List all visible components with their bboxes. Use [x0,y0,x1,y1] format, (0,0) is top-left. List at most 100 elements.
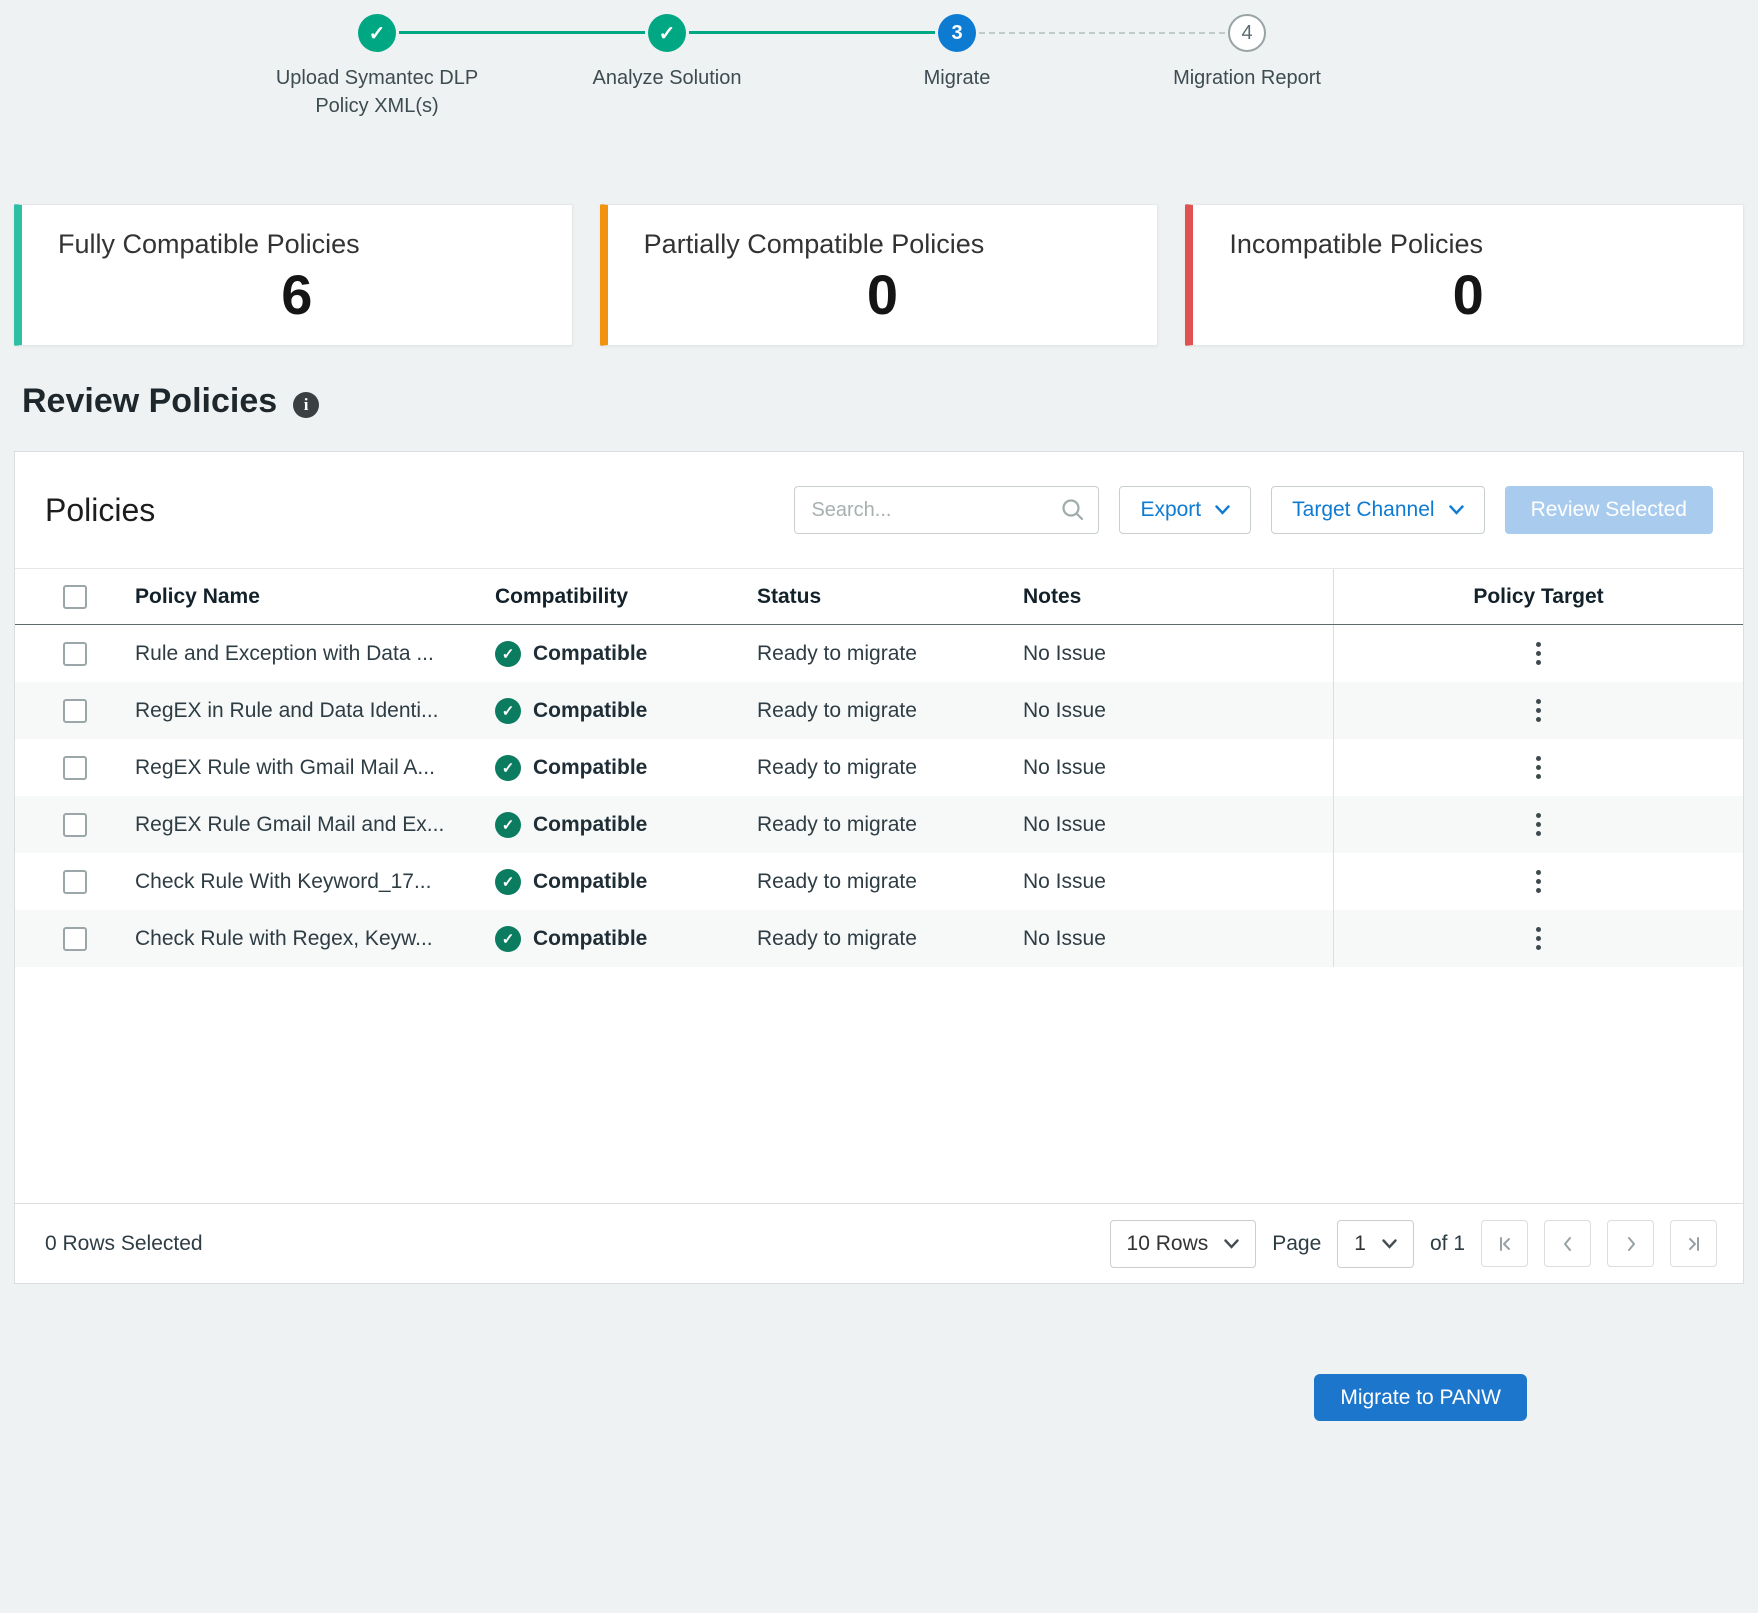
row-checkbox[interactable] [63,699,87,723]
page-label: Page [1272,1232,1321,1256]
step-number: 3 [951,22,962,45]
page-number-select[interactable]: 1 [1337,1220,1414,1268]
step-analyze-solution: ✓ Analyze Solution [522,14,812,120]
row-actions-kebab-icon[interactable] [1528,691,1549,730]
rows-per-page-select[interactable]: 10 Rows [1110,1220,1257,1268]
table-empty-space [15,967,1743,1203]
compatibility-cell: ✓ Compatible [495,625,757,682]
table-row: Rule and Exception with Data ... ✓ Compa… [15,625,1743,682]
table-row: Check Rule with Regex, Keyw... ✓ Compati… [15,910,1743,967]
check-glyph: ✓ [659,21,676,46]
select-all-checkbox[interactable] [63,585,87,609]
check-glyph: ✓ [502,645,515,663]
review-policies-header: Review Policies i [22,382,1758,421]
col-header-policy-name: Policy Name [135,569,495,624]
chevron-down-icon [1224,1239,1239,1249]
chevron-down-icon [1215,505,1230,515]
section-title: Review Policies [22,382,277,421]
compatibility-label: Compatible [533,927,647,951]
compatible-check-icon: ✓ [495,641,521,667]
summary-cards: Fully Compatible Policies 6 Partially Co… [14,204,1744,346]
policy-target-cell [1333,910,1743,967]
policy-name-cell: RegEX Rule Gmail Mail and Ex... [135,796,495,853]
card-value: 0 [608,262,1158,327]
info-icon[interactable]: i [293,392,319,418]
check-glyph: ✓ [502,930,515,948]
bottom-action-bar: Migrate to PANW [0,1374,1527,1421]
row-checkbox[interactable] [63,870,87,894]
notes-cell: No Issue [1023,796,1333,853]
partially-compatible-card: Partially Compatible Policies 0 [600,204,1159,346]
chevron-right-icon [1621,1234,1641,1254]
pagination-controls: 10 Rows Page 1 of 1 [1110,1220,1717,1268]
compatible-check-icon: ✓ [495,698,521,724]
col-header-compatibility: Compatibility [495,569,757,624]
step-label: Migrate [924,64,991,92]
first-page-icon [1495,1234,1515,1254]
page-of-label: of 1 [1430,1232,1465,1256]
wizard-stepper: ✓ Upload Symantec DLP Policy XML(s) ✓ An… [232,14,1392,120]
row-checkbox[interactable] [63,813,87,837]
status-cell: Ready to migrate [757,625,1023,682]
page-number-value: 1 [1354,1232,1366,1256]
compatibility-cell: ✓ Compatible [495,853,757,910]
notes-cell: No Issue [1023,682,1333,739]
check-glyph: ✓ [502,759,515,777]
row-actions-kebab-icon[interactable] [1528,805,1549,844]
step-migrate: 3 Migrate [812,14,1102,120]
compatibility-label: Compatible [533,813,647,837]
policy-name-cell: RegEX Rule with Gmail Mail A... [135,739,495,796]
compatibility-cell: ✓ Compatible [495,910,757,967]
row-actions-kebab-icon[interactable] [1528,862,1549,901]
table-row: RegEX Rule Gmail Mail and Ex... ✓ Compat… [15,796,1743,853]
first-page-button[interactable] [1481,1220,1528,1267]
select-all-cell [15,569,135,624]
compatibility-cell: ✓ Compatible [495,796,757,853]
status-cell: Ready to migrate [757,796,1023,853]
table-header-row: Policy Name Compatibility Status Notes P… [15,568,1743,625]
table-row: Check Rule With Keyword_17... ✓ Compatib… [15,853,1743,910]
notes-cell: No Issue [1023,910,1333,967]
policy-target-cell [1333,853,1743,910]
search-box [794,486,1099,534]
last-page-icon [1684,1234,1704,1254]
review-selected-button[interactable]: Review Selected [1505,486,1713,534]
checkbox-cell [15,853,135,910]
row-actions-kebab-icon[interactable] [1528,919,1549,958]
col-header-status: Status [757,569,1023,624]
compatibility-cell: ✓ Compatible [495,682,757,739]
check-glyph: ✓ [502,702,515,720]
rows-selected-label: 0 Rows Selected [45,1232,203,1256]
compatibility-cell: ✓ Compatible [495,739,757,796]
col-header-notes: Notes [1023,569,1333,624]
compatible-check-icon: ✓ [495,812,521,838]
row-actions-kebab-icon[interactable] [1528,748,1549,787]
compatible-check-icon: ✓ [495,869,521,895]
export-button[interactable]: Export [1119,486,1251,534]
row-actions-kebab-icon[interactable] [1528,634,1549,673]
card-value: 6 [22,262,572,327]
panel-controls: Export Target Channel Review Selected [794,486,1713,534]
policy-name-cell: Rule and Exception with Data ... [135,625,495,682]
status-cell: Ready to migrate [757,682,1023,739]
policy-target-cell [1333,625,1743,682]
step-completed-check-icon: ✓ [358,14,396,52]
next-page-button[interactable] [1607,1220,1654,1267]
card-title: Incompatible Policies [1193,229,1743,260]
compatibility-label: Compatible [533,870,647,894]
migrate-to-panw-button[interactable]: Migrate to PANW [1314,1374,1527,1421]
card-title: Partially Compatible Policies [608,229,1158,260]
status-cell: Ready to migrate [757,910,1023,967]
col-header-policy-target: Policy Target [1333,569,1743,624]
last-page-button[interactable] [1670,1220,1717,1267]
target-channel-button[interactable]: Target Channel [1271,486,1484,534]
notes-cell: No Issue [1023,625,1333,682]
compatibility-label: Compatible [533,642,647,666]
step-label: Upload Symantec DLP Policy XML(s) [258,64,496,120]
search-input[interactable] [794,486,1099,534]
row-checkbox[interactable] [63,927,87,951]
row-checkbox[interactable] [63,642,87,666]
row-checkbox[interactable] [63,756,87,780]
previous-page-button[interactable] [1544,1220,1591,1267]
export-label: Export [1140,498,1201,522]
